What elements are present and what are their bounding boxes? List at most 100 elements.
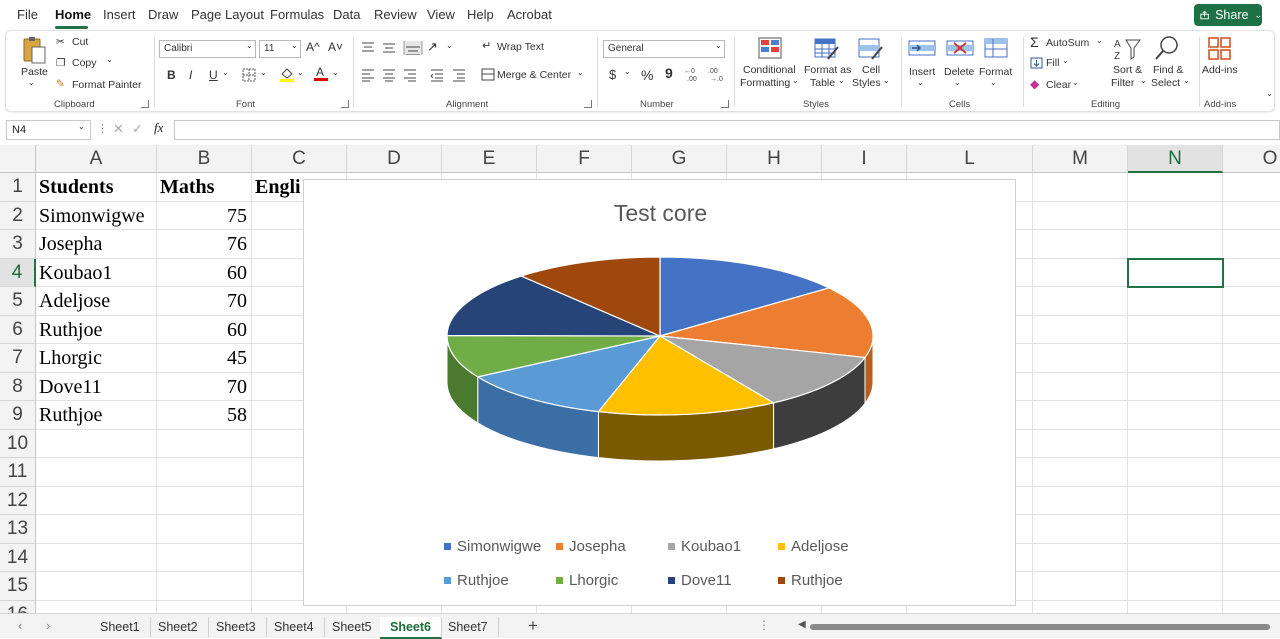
row-header-2[interactable]: 2 bbox=[0, 201, 36, 230]
conditional-formatting-label2[interactable]: Formatting bbox=[740, 77, 790, 89]
row-header-3[interactable]: 3 bbox=[0, 230, 36, 259]
sheet-tab-sheet5[interactable]: Sheet5 bbox=[322, 617, 383, 637]
grow-font-button[interactable]: A^ bbox=[306, 40, 320, 54]
conditional-formatting-icon[interactable] bbox=[758, 37, 782, 59]
legend-item[interactable]: Lhorgic bbox=[556, 572, 618, 589]
legend-item[interactable]: Simonwigwe bbox=[444, 538, 541, 555]
insert-chevron-icon[interactable]: ⌄ bbox=[917, 78, 924, 87]
student-cell[interactable]: Adeljose bbox=[39, 287, 156, 315]
format-chevron-icon[interactable]: ⌄ bbox=[990, 78, 997, 87]
sort-chevron-icon[interactable]: ⌄ bbox=[1140, 76, 1147, 85]
number-format-chevron-icon[interactable]: ⌄ bbox=[715, 41, 722, 50]
delete-cells-label[interactable]: Delete bbox=[944, 66, 974, 78]
menu-formulas[interactable]: Formulas bbox=[270, 7, 324, 22]
maths-cell[interactable]: 45 bbox=[160, 344, 251, 372]
currency-chevron-icon[interactable]: ⌄ bbox=[624, 67, 631, 76]
pie-chart[interactable]: Test core Simonwigwe Josepha Koubao1 Adeljo… bbox=[303, 179, 1016, 606]
orientation-icon[interactable]: ↗ bbox=[427, 39, 438, 55]
comma-style-button[interactable]: 9 bbox=[665, 65, 673, 81]
fill-button[interactable]: Fill bbox=[1046, 57, 1059, 69]
header-cell-a[interactable]: Students bbox=[39, 173, 156, 201]
font-name-chevron-icon[interactable]: ⌄ bbox=[246, 41, 253, 50]
find-select-icon[interactable] bbox=[1154, 35, 1180, 61]
autosum-button[interactable]: AutoSum bbox=[1046, 37, 1089, 49]
autosum-chevron-icon[interactable]: ⌄ bbox=[1096, 36, 1103, 45]
sort-filter-label2[interactable]: Filter bbox=[1111, 77, 1134, 89]
row-header-4[interactable]: 4 bbox=[0, 258, 36, 287]
selected-cell-n4[interactable] bbox=[1127, 258, 1224, 288]
delete-cells-icon[interactable] bbox=[946, 37, 974, 59]
column-header-e[interactable]: E bbox=[442, 145, 537, 173]
find-select-label2[interactable]: Select bbox=[1151, 77, 1180, 89]
student-cell[interactable]: Lhorgic bbox=[39, 344, 156, 372]
pie-plot[interactable] bbox=[304, 180, 1017, 607]
row-header-13[interactable]: 13 bbox=[0, 515, 36, 544]
font-color-chevron-icon[interactable]: ⌄ bbox=[332, 68, 339, 77]
fill-chevron-icon[interactable]: ⌄ bbox=[1062, 56, 1069, 65]
delete-chevron-icon[interactable]: ⌄ bbox=[954, 78, 961, 87]
vertical-align-icons[interactable] bbox=[361, 41, 437, 55]
column-header-o[interactable]: O bbox=[1223, 145, 1280, 173]
menu-insert[interactable]: Insert bbox=[103, 7, 136, 22]
menu-help[interactable]: Help bbox=[467, 7, 494, 22]
maths-cell[interactable]: 60 bbox=[160, 316, 251, 344]
legend-item[interactable]: Adeljose bbox=[778, 538, 849, 555]
legend-item[interactable]: Koubao1 bbox=[668, 538, 741, 555]
share-button[interactable]: Share ⌄ bbox=[1194, 4, 1262, 26]
column-header-d[interactable]: D bbox=[347, 145, 442, 173]
maths-cell[interactable]: 76 bbox=[160, 230, 251, 258]
font-launcher-icon[interactable] bbox=[341, 100, 349, 108]
format-as-table-label1[interactable]: Format as bbox=[804, 64, 851, 76]
format-as-table-label2[interactable]: Table bbox=[810, 77, 835, 89]
percent-button[interactable]: % bbox=[641, 67, 653, 83]
sheet-tab-sheet1[interactable]: Sheet1 bbox=[90, 617, 151, 637]
student-cell[interactable]: Ruthjoe bbox=[39, 316, 156, 344]
merge-chevron-icon[interactable]: ⌄ bbox=[577, 68, 584, 77]
sheet-tab-sheet7[interactable]: Sheet7 bbox=[438, 617, 499, 637]
clipboard-launcher-icon[interactable] bbox=[141, 100, 149, 108]
borders-chevron-icon[interactable]: ⌄ bbox=[260, 68, 267, 77]
maths-cell[interactable]: 60 bbox=[160, 259, 251, 287]
maths-cell[interactable]: 70 bbox=[160, 373, 251, 401]
format-table-chevron-icon[interactable]: ⌄ bbox=[838, 76, 845, 85]
legend-item[interactable]: Dove11 bbox=[668, 572, 732, 589]
bold-button[interactable]: B bbox=[167, 68, 176, 82]
menu-review[interactable]: Review bbox=[374, 7, 417, 22]
cancel-entry-icon[interactable]: ✕ bbox=[113, 121, 124, 137]
student-cell[interactable]: Ruthjoe bbox=[39, 401, 156, 429]
legend-item[interactable]: Ruthjoe bbox=[444, 572, 509, 589]
format-painter-button[interactable]: Format Painter bbox=[72, 79, 141, 91]
more-options-icon[interactable]: ⋮ bbox=[97, 122, 108, 135]
row-header-12[interactable]: 12 bbox=[0, 486, 36, 515]
conditional-formatting-label1[interactable]: Conditional bbox=[743, 64, 796, 76]
menu-draw[interactable]: Draw bbox=[148, 7, 178, 22]
column-header-n[interactable]: N bbox=[1128, 145, 1223, 173]
shrink-font-button[interactable]: A˅ bbox=[328, 40, 343, 54]
add-ins-icon[interactable] bbox=[1207, 36, 1233, 62]
ribbon-collapse-chevron-icon[interactable]: ⌄ bbox=[1266, 89, 1273, 98]
row-header-1[interactable]: 1 bbox=[0, 173, 36, 202]
column-header-i[interactable]: I bbox=[822, 145, 907, 173]
conditional-chevron-icon[interactable]: ⌄ bbox=[792, 76, 799, 85]
fill-color-chevron-icon[interactable]: ⌄ bbox=[297, 68, 304, 77]
number-format-select[interactable]: General bbox=[603, 40, 725, 58]
row-header-16[interactable]: 16 bbox=[0, 600, 36, 613]
sheet-tab-sheet4[interactable]: Sheet4 bbox=[264, 617, 325, 637]
column-header-c[interactable]: C bbox=[252, 145, 347, 173]
copy-chevron-icon[interactable]: ⌄ bbox=[106, 55, 113, 64]
add-sheet-button[interactable]: + bbox=[528, 616, 538, 636]
row-header-11[interactable]: 11 bbox=[0, 458, 36, 487]
wrap-text-button[interactable]: Wrap Text bbox=[497, 41, 544, 53]
clear-chevron-icon[interactable]: ⌄ bbox=[1072, 78, 1079, 87]
cut-button[interactable]: Cut bbox=[72, 36, 88, 48]
insert-cells-label[interactable]: Insert bbox=[909, 66, 935, 78]
menu-view[interactable]: View bbox=[427, 7, 455, 22]
number-launcher-icon[interactable] bbox=[721, 100, 729, 108]
header-cell-b[interactable]: Maths bbox=[160, 173, 251, 201]
maths-cell[interactable]: 58 bbox=[160, 401, 251, 429]
row-header-6[interactable]: 6 bbox=[0, 315, 36, 344]
cell-styles-label2[interactable]: Styles bbox=[852, 77, 881, 89]
cell-styles-label1[interactable]: Cell bbox=[862, 64, 880, 76]
maths-cell[interactable]: 70 bbox=[160, 287, 251, 315]
name-box-chevron-icon[interactable]: ⌄ bbox=[78, 122, 85, 131]
